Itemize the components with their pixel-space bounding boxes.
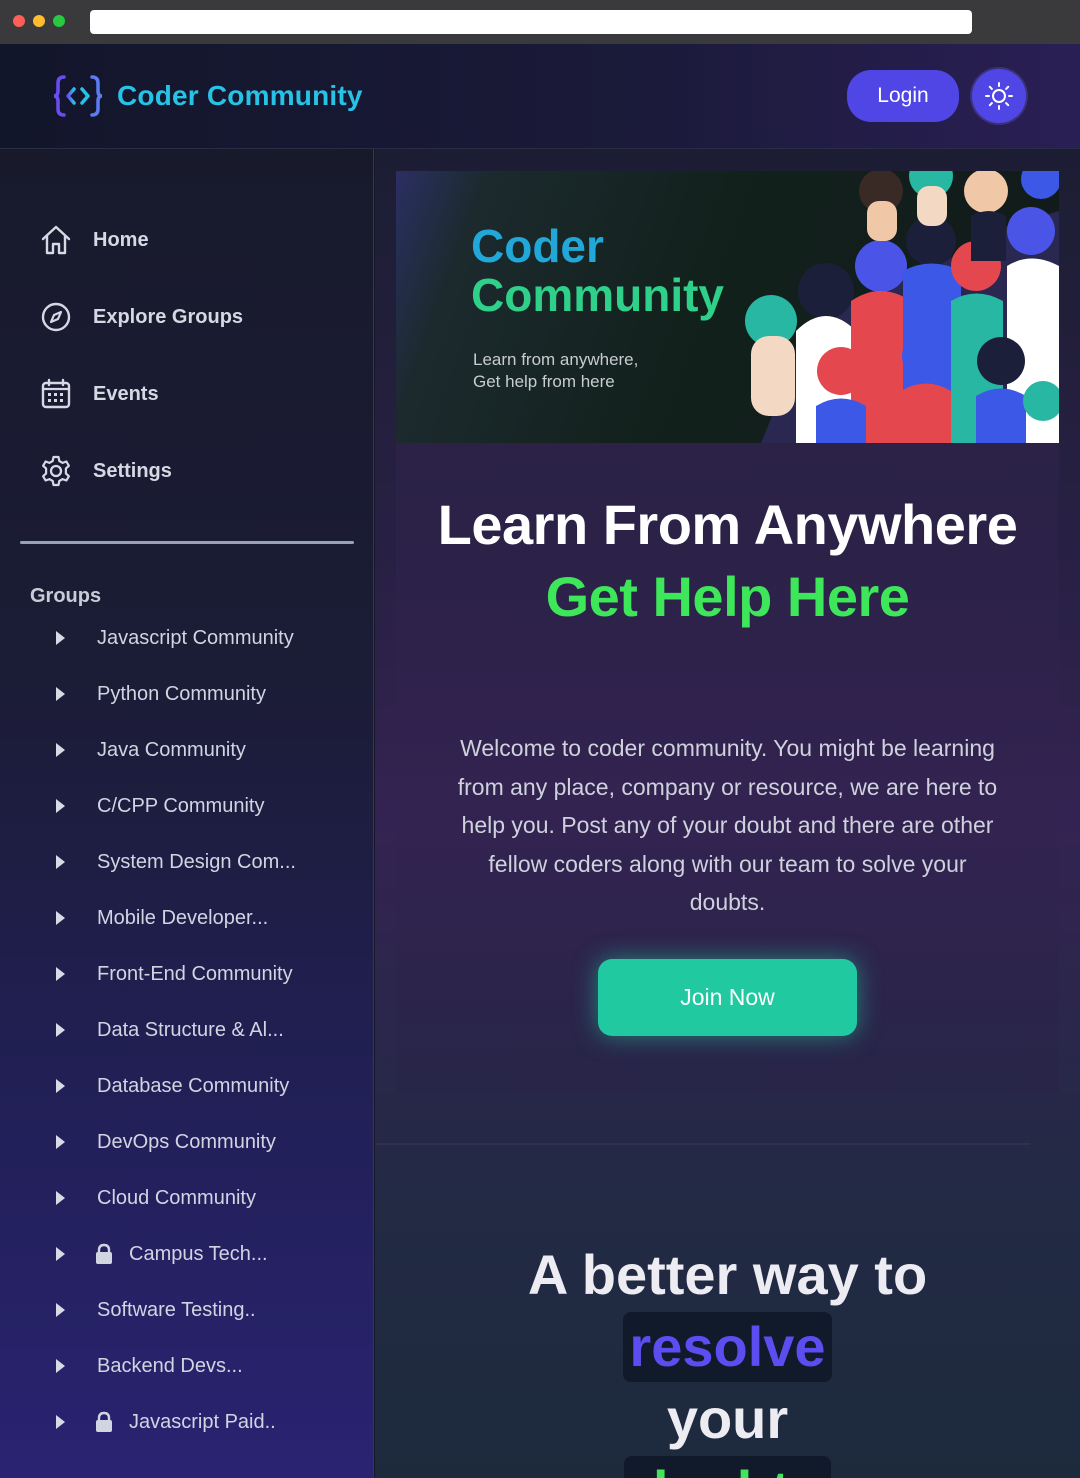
window-close-dot[interactable] [13,15,25,27]
lock-icon [95,1411,113,1433]
sidebar-group-item[interactable]: Backend Devs... [52,1351,243,1381]
sidebar-group-label: Software Testing.. [97,1298,256,1321]
caret-right-icon[interactable] [56,687,65,701]
banner-title-line2: Community [471,269,724,321]
section2-line3: your [666,1387,789,1450]
community-people-illustration [745,171,1059,443]
caret-right-icon[interactable] [56,967,65,981]
gear-icon [38,453,74,489]
section2-highlight-resolve: resolve [623,1312,832,1382]
sidebar-group-item[interactable]: Python Community [52,679,266,709]
theme-toggle-button[interactable] [972,69,1026,123]
sidebar-group-label: Data Structure & Al... [97,1018,284,1041]
sidebar-group-label: Python Community [97,682,266,705]
login-button[interactable]: Login [847,70,959,122]
sidebar-group-item[interactable]: Software Testing.. [52,1295,256,1325]
caret-right-icon[interactable] [56,1023,65,1037]
sidebar-group-item[interactable]: Mobile Developer... [52,903,268,933]
caret-right-icon[interactable] [56,1135,65,1149]
brand-title[interactable]: Coder Community [117,80,363,112]
nav-label: Settings [93,459,172,482]
caret-right-icon[interactable] [56,1079,65,1093]
sidebar-divider [20,541,354,544]
section2-highlight-doubts: doubts [624,1456,831,1478]
banner-subtitle-line2: Get help from here [473,372,615,391]
sidebar-group-label: Database Community [97,1074,290,1097]
sidebar-group-item[interactable]: Javascript Community [52,623,294,653]
nav-item-settings[interactable]: Settings [38,451,172,491]
sidebar-group-label: Cloud Community [97,1186,256,1209]
sidebar-group-label: C/CPP Community [97,794,265,817]
sidebar-group-item[interactable]: Data Structure & Al... [52,1015,284,1045]
section2-heading: A better way to resolve your doubts [396,1239,1059,1478]
hero-description: Welcome to coder community. You might be… [457,735,998,915]
banner-subtitle-line1: Learn from anywhere, [473,350,639,369]
sidebar-group-item[interactable]: DevOps Community [52,1127,276,1157]
window-maximize-dot[interactable] [53,15,65,27]
caret-right-icon[interactable] [56,1247,65,1261]
sidebar-group-label: Campus Tech... [129,1242,268,1265]
sidebar-group-item[interactable]: Database Community [52,1071,289,1101]
nav-label: Events [93,382,159,405]
banner-title-line1: Coder [471,220,604,272]
hero-banner: Coder Community Learn from anywhere, Get… [396,171,1059,443]
app: Coder Community Login Home Explore Group… [0,44,1080,1478]
caret-right-icon[interactable] [56,743,65,757]
sidebar-group-label: DevOps Community [97,1130,276,1153]
caret-right-icon[interactable] [56,1359,65,1373]
sidebar-group-item[interactable]: System Design Com... [52,847,296,877]
nav-item-home[interactable]: Home [38,220,149,260]
sidebar-group-label: Front-End Community [97,962,293,985]
hero-heading: Learn From Anywhere Get Help Here [396,489,1059,633]
window-minimize-dot[interactable] [33,15,45,27]
nav-label: Explore Groups [93,305,244,328]
sidebar-group-label: Java Community [97,738,246,761]
sidebar-group-label: System Design Com... [97,850,296,873]
hero-heading-main: Learn From Anywhere [437,493,1018,556]
sidebar-group-item[interactable]: Javascript Paid.. [52,1407,276,1437]
address-bar[interactable] [90,10,972,34]
sidebar: Home Explore Groups Events Settings Grou… [0,149,374,1478]
sidebar-group-item[interactable]: Java Community [52,735,246,765]
top-header: Coder Community Login [0,44,1080,149]
caret-right-icon[interactable] [56,855,65,869]
nav-item-events[interactable]: Events [38,374,159,414]
sun-icon [985,82,1013,110]
banner-subtitle: Learn from anywhere, Get help from here [473,349,693,393]
caret-right-icon[interactable] [56,911,65,925]
main-content: Coder Community Learn from anywhere, Get… [375,149,1080,1478]
join-now-button[interactable]: Join Now [598,959,857,1036]
sidebar-group-item[interactable]: Front-End Community [52,959,293,989]
caret-right-icon[interactable] [56,631,65,645]
sidebar-group-label: Javascript Community [97,626,294,649]
groups-heading: Groups [30,585,102,607]
sidebar-group-item[interactable]: Cloud Community [52,1183,256,1213]
caret-right-icon[interactable] [56,1415,65,1429]
nav-item-explore-groups[interactable]: Explore Groups [38,297,243,337]
calendar-icon [38,376,74,412]
nav-label: Home [93,228,149,251]
sidebar-group-label: Javascript Paid.. [129,1410,276,1433]
sidebar-group-label: Backend Devs... [97,1354,243,1377]
sidebar-group-item[interactable]: C/CPP Community [52,791,264,821]
caret-right-icon[interactable] [56,799,65,813]
sidebar-group-item[interactable]: Campus Tech... [52,1239,268,1269]
section2-line1: A better way to [527,1243,928,1306]
caret-right-icon[interactable] [56,1303,65,1317]
code-braces-logo-icon [53,75,103,117]
hero-heading-accent: Get Help Here [545,565,910,628]
compass-icon [38,299,74,335]
section-divider [375,1143,1030,1145]
sidebar-group-label: Mobile Developer... [97,906,269,929]
caret-right-icon[interactable] [56,1191,65,1205]
lock-icon [95,1243,113,1265]
browser-chrome [0,0,1080,44]
home-icon [38,222,74,258]
